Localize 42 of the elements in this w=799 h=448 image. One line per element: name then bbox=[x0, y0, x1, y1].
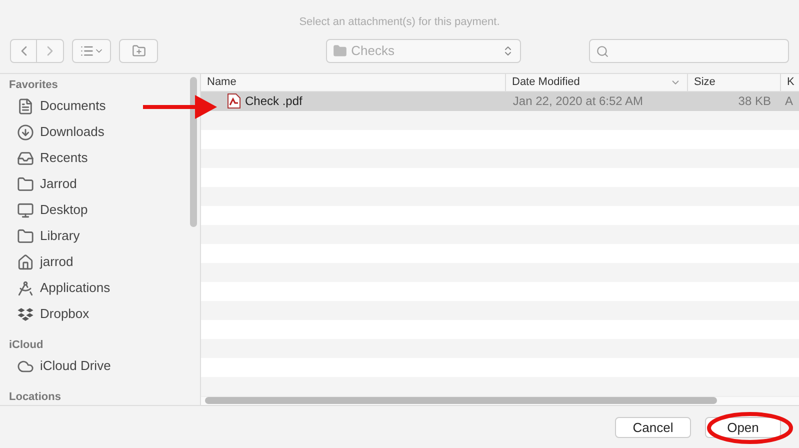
column-header[interactable]: Date Modified bbox=[506, 74, 688, 90]
sidebar-item[interactable]: jarrod bbox=[9, 249, 78, 275]
list-icon bbox=[80, 44, 94, 58]
kind-cell-text: A bbox=[784, 93, 794, 110]
house-icon bbox=[17, 254, 34, 270]
sidebar-item[interactable]: Jarrod bbox=[9, 171, 81, 197]
new-folder-button[interactable] bbox=[119, 39, 158, 63]
monitor-icon bbox=[17, 202, 34, 218]
compass-icon bbox=[17, 280, 34, 296]
folder-icon bbox=[333, 44, 348, 58]
sidebar-item[interactable]: Applications bbox=[9, 275, 114, 301]
sidebar-heading: Locations bbox=[9, 390, 62, 405]
dialog-title: Select an attachment(s) for this payment. bbox=[299, 14, 500, 30]
sidebar-heading: Favorites bbox=[9, 78, 59, 93]
folder-icon bbox=[17, 176, 34, 192]
sidebar-item[interactable]: Dropbox bbox=[9, 301, 94, 327]
view-options-button[interactable] bbox=[72, 39, 112, 63]
search-field[interactable] bbox=[588, 39, 789, 63]
dropbox-icon bbox=[17, 306, 34, 322]
sidebar-item[interactable]: Downloads bbox=[9, 119, 108, 145]
sidebar-item[interactable]: iCloud Drive bbox=[9, 353, 115, 379]
scrollbar-thumb[interactable] bbox=[190, 77, 197, 227]
column-header[interactable]: Size bbox=[688, 74, 781, 90]
download-icon bbox=[17, 124, 34, 140]
sidebar-item[interactable]: Desktop bbox=[9, 197, 92, 223]
size-cell-text: 38 KB bbox=[737, 93, 772, 110]
file-row[interactable]: Check .pdf Jan 22, 2020 at 6:52 AM 38 KB A bbox=[201, 92, 799, 110]
sidebar-item[interactable]: Recents bbox=[9, 145, 92, 171]
cancel-button[interactable]: Cancel bbox=[615, 416, 691, 438]
column-header[interactable]: Name bbox=[201, 74, 506, 90]
scrollbar-thumb[interactable] bbox=[205, 397, 717, 404]
sidebar-item[interactable]: Library bbox=[9, 223, 84, 249]
column-header[interactable]: K bbox=[781, 74, 799, 90]
date-cell-text: Jan 22, 2020 at 6:52 AM bbox=[512, 93, 644, 110]
new-folder-icon bbox=[132, 44, 146, 58]
sidebar-heading: iCloud bbox=[9, 338, 44, 353]
search-icon bbox=[596, 44, 609, 58]
folder-icon bbox=[17, 228, 34, 244]
document-icon bbox=[17, 98, 34, 114]
sidebar-item[interactable]: Documents bbox=[9, 93, 110, 119]
tray-icon bbox=[17, 150, 34, 166]
file-name: Check .pdf bbox=[245, 93, 302, 110]
